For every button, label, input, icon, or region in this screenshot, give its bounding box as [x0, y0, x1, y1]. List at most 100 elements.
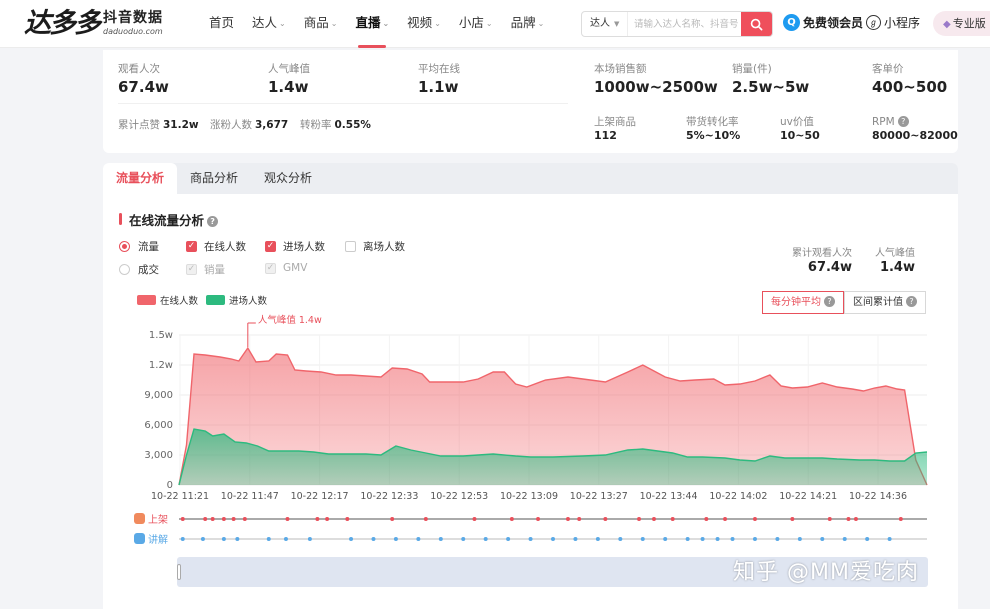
y-tick-label: 9,000	[144, 390, 173, 401]
stat-sales-amount: 本场销售额 1000w~2500w	[594, 63, 718, 97]
stat-uv-value: uv价值 10~50	[780, 116, 820, 142]
explain-events-dot	[461, 537, 466, 541]
zoom-slider-handle[interactable]	[177, 564, 181, 580]
explain-events-dot	[393, 537, 398, 541]
y-tick-label: 3,000	[144, 450, 173, 461]
nav-item[interactable]: 首页	[200, 0, 243, 48]
listing-events-dot	[790, 517, 795, 521]
stat-label: 上架商品	[594, 116, 636, 128]
listing-events-icon	[134, 513, 145, 524]
listing-events-dot	[723, 517, 728, 521]
listing-events-label: 上架	[148, 514, 168, 526]
explain-events-dot	[528, 537, 533, 541]
explain-events-dot	[235, 537, 240, 541]
chevron-down-icon: ⌄	[279, 19, 286, 28]
stat-value: 67.4w	[118, 78, 169, 96]
stat-value: 1.4w	[268, 78, 309, 96]
stat-label: uv价值	[780, 116, 814, 128]
listing-events-dot	[827, 517, 832, 521]
x-tick-label: 10-22 12:17	[291, 491, 349, 502]
search-type-select[interactable]: 达人 ▼	[582, 12, 628, 36]
explain-events-dot	[266, 537, 271, 541]
stat-label: 转粉率	[300, 119, 332, 131]
explain-events-dot	[371, 537, 376, 541]
explain-events-dot	[715, 537, 720, 541]
explain-events-dot	[752, 537, 757, 541]
mini-program-link[interactable]: ℊ 小程序	[866, 14, 920, 31]
stat-label: RPM?	[872, 116, 958, 129]
traffic-chart: 0 3,000 6,000 9,000 1.2w 1.5w 10-22 11:21 10-22…	[134, 314, 928, 546]
listing-events-dot	[637, 517, 642, 521]
explain-events-dot	[797, 537, 802, 541]
explain-events-dot	[887, 537, 892, 541]
pro-edition-button[interactable]: ◆ 专业版	[933, 11, 990, 36]
search-button[interactable]	[741, 12, 772, 36]
stat-label: 累计点赞	[118, 119, 160, 131]
listing-events-dot	[536, 517, 541, 521]
y-tick-label: 6,000	[144, 420, 173, 431]
analysis-panel: 流量分析 商品分析 观众分析 在线流量分析? 流量 ✓ 在线人数 ✓ 进场人数 离场人数 成交 ✓…	[103, 163, 958, 609]
explain-events-dot	[349, 537, 354, 541]
nav-item-label: 商品	[303, 15, 329, 30]
explain-events-dot	[730, 537, 735, 541]
stat-value: 3,677	[255, 119, 289, 131]
explain-events-dot	[416, 537, 421, 541]
listing-events-dot	[752, 517, 757, 521]
chevron-down-icon: ⌄	[537, 19, 545, 28]
x-tick-label: 10-22 14:21	[779, 491, 837, 502]
nav-item[interactable]: 小店 ⌄	[450, 0, 502, 48]
x-tick-label: 10-22 13:27	[570, 491, 628, 502]
explain-events-dot	[307, 537, 312, 541]
listing-events-dot	[325, 517, 330, 521]
nav-item[interactable]: 商品 ⌄	[295, 0, 347, 48]
nav-item[interactable]: 视频 ⌄	[398, 0, 450, 48]
stat-value: 5%~10%	[686, 129, 741, 142]
explain-events-dot	[685, 537, 690, 541]
x-tick-label: 10-22 14:02	[709, 491, 767, 502]
chevron-down-icon: ⌄	[382, 19, 390, 28]
vip-chat-icon: Q	[783, 14, 800, 31]
stat-label: 涨粉人数	[210, 119, 252, 131]
watermark: 知乎 @MM爱吃肉	[733, 560, 919, 585]
stat-fan-conversion: 转粉率 0.55%	[300, 117, 371, 132]
help-icon[interactable]: ?	[897, 116, 909, 127]
listing-events-dot	[565, 517, 570, 521]
nav-item[interactable]: 品牌 ⌄	[502, 0, 554, 48]
nav-item[interactable]: 达人 ⌄	[243, 0, 295, 48]
listing-events-dot	[231, 517, 236, 521]
logo-text: 抖音数据 daduoduo.com	[103, 9, 163, 37]
search-type-label: 达人	[590, 18, 610, 29]
stat-label: 客单价	[872, 63, 904, 75]
stat-avg-online: 平均在线 1.1w	[418, 63, 460, 97]
stat-sales-count: 销量(件) 2.5w~5w	[732, 63, 809, 97]
explain-events-dot	[775, 537, 780, 541]
stat-peak: 人气峰值 1.4w	[268, 63, 310, 97]
stat-value: 1000w~2500w	[594, 78, 718, 96]
x-tick-label: 10-22 13:09	[500, 491, 558, 502]
free-vip-link[interactable]: Q 免费领会员	[783, 14, 863, 31]
search-input[interactable]	[628, 12, 741, 36]
divider	[118, 103, 568, 104]
chevron-down-icon: ⌄	[485, 19, 493, 28]
mini-program-icon: ℊ	[866, 15, 881, 30]
x-tick-label: 10-22 13:44	[640, 491, 698, 502]
listing-events-dot	[180, 517, 185, 521]
explain-events-dot	[283, 537, 288, 541]
logo-mark: 达多多	[24, 8, 101, 39]
x-tick-label: 10-22 12:53	[430, 491, 488, 502]
chevron-down-icon: ⌄	[434, 19, 441, 28]
explain-events-dot	[865, 537, 870, 541]
nav-item-label: 达人	[252, 15, 278, 30]
site-logo[interactable]: 达多多 抖音数据 daduoduo.com	[24, 9, 163, 39]
listing-events-dot	[345, 517, 350, 521]
listing-events-dot	[853, 517, 858, 521]
x-tick-label: 10-22 12:33	[360, 491, 418, 502]
x-tick-label: 10-22 11:21	[151, 491, 209, 502]
nav-item[interactable]: 直播 ⌄	[346, 0, 398, 48]
explain-events-dot	[595, 537, 600, 541]
listing-events-dot	[390, 517, 395, 521]
explain-events-icon	[134, 533, 145, 544]
free-vip-label: 免费领会员	[803, 16, 864, 30]
listing-events-dot	[472, 517, 477, 521]
listing-events-dot	[577, 517, 582, 521]
